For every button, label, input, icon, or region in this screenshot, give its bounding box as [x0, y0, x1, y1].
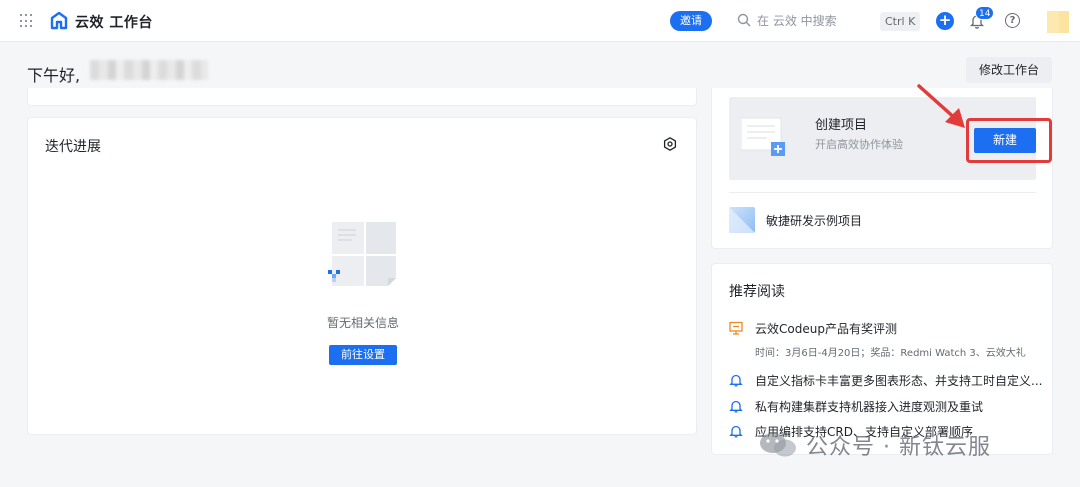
- invite-button[interactable]: 邀请: [670, 11, 712, 31]
- yunxiao-logo-icon: [50, 11, 68, 30]
- create-project-subtitle: 开启高效协作体验: [815, 138, 903, 151]
- red-arrow-annotation-icon: [917, 84, 965, 128]
- reading-item-link[interactable]: 云效Codeup产品有奖评测: [755, 320, 1045, 337]
- sample-project-thumbnail-icon: [729, 207, 755, 233]
- add-button[interactable]: +: [936, 12, 954, 30]
- new-project-button[interactable]: 新建: [974, 128, 1036, 153]
- app-grid-icon[interactable]: [20, 14, 34, 28]
- previous-card-bottom: [27, 88, 697, 106]
- project-card: 创建项目 开启高效协作体验 新建 敏捷研发示例项目: [711, 84, 1053, 249]
- watermark-text: 公众号 · 新钛云服: [806, 435, 991, 460]
- empty-state-text: 暂无相关信息: [326, 316, 399, 330]
- card-divider: [729, 192, 1036, 193]
- settings-icon[interactable]: [663, 137, 677, 151]
- project-document-icon: [741, 117, 785, 156]
- empty-state-illustration-icon: [328, 222, 396, 286]
- reading-item-link[interactable]: 自定义指标卡丰富更多图表形态、并支持工时自定义...: [755, 372, 1045, 389]
- iteration-progress-card: 迭代进展 暂无相关信息 前往设置: [27, 117, 697, 435]
- create-project-title: 创建项目: [815, 118, 868, 133]
- greeting-text: 下午好,: [27, 66, 81, 85]
- sample-project-link[interactable]: 敏捷研发示例项目: [766, 212, 862, 229]
- top-navigation-bar: 云效 工作台 邀请 Ctrl K + 14 ?: [0, 0, 1080, 42]
- create-project-panel: 创建项目 开启高效协作体验 新建: [729, 84, 1052, 180]
- reading-card-title: 推荐阅读: [729, 284, 785, 300]
- bell-icon: [729, 400, 743, 413]
- redacted-username: [90, 60, 208, 80]
- search-icon: [737, 13, 751, 27]
- bell-icon: [729, 425, 743, 438]
- app-title[interactable]: 云效 工作台: [75, 12, 153, 32]
- search-shortcut-hint: Ctrl K: [880, 12, 921, 31]
- reading-item-link[interactable]: 私有构建集群支持机器接入进度观测及重试: [755, 398, 1045, 415]
- reading-item-meta: 时间：3月6日-4月20日；奖品：Redmi Watch 3、云效大礼: [755, 348, 1026, 359]
- iteration-card-title: 迭代进展: [45, 139, 101, 155]
- edit-workbench-button[interactable]: 修改工作台: [966, 57, 1052, 83]
- goto-settings-button[interactable]: 前往设置: [329, 345, 397, 365]
- user-avatar[interactable]: [1047, 11, 1069, 33]
- wechat-watermark: 公众号 · 新钛云服: [758, 427, 991, 463]
- bell-icon: [729, 374, 743, 387]
- notification-count-badge: 14: [975, 6, 995, 20]
- wechat-logo-icon: [760, 433, 796, 457]
- search-input[interactable]: [757, 12, 867, 30]
- help-icon[interactable]: ?: [1005, 13, 1020, 28]
- present-icon: [729, 321, 743, 335]
